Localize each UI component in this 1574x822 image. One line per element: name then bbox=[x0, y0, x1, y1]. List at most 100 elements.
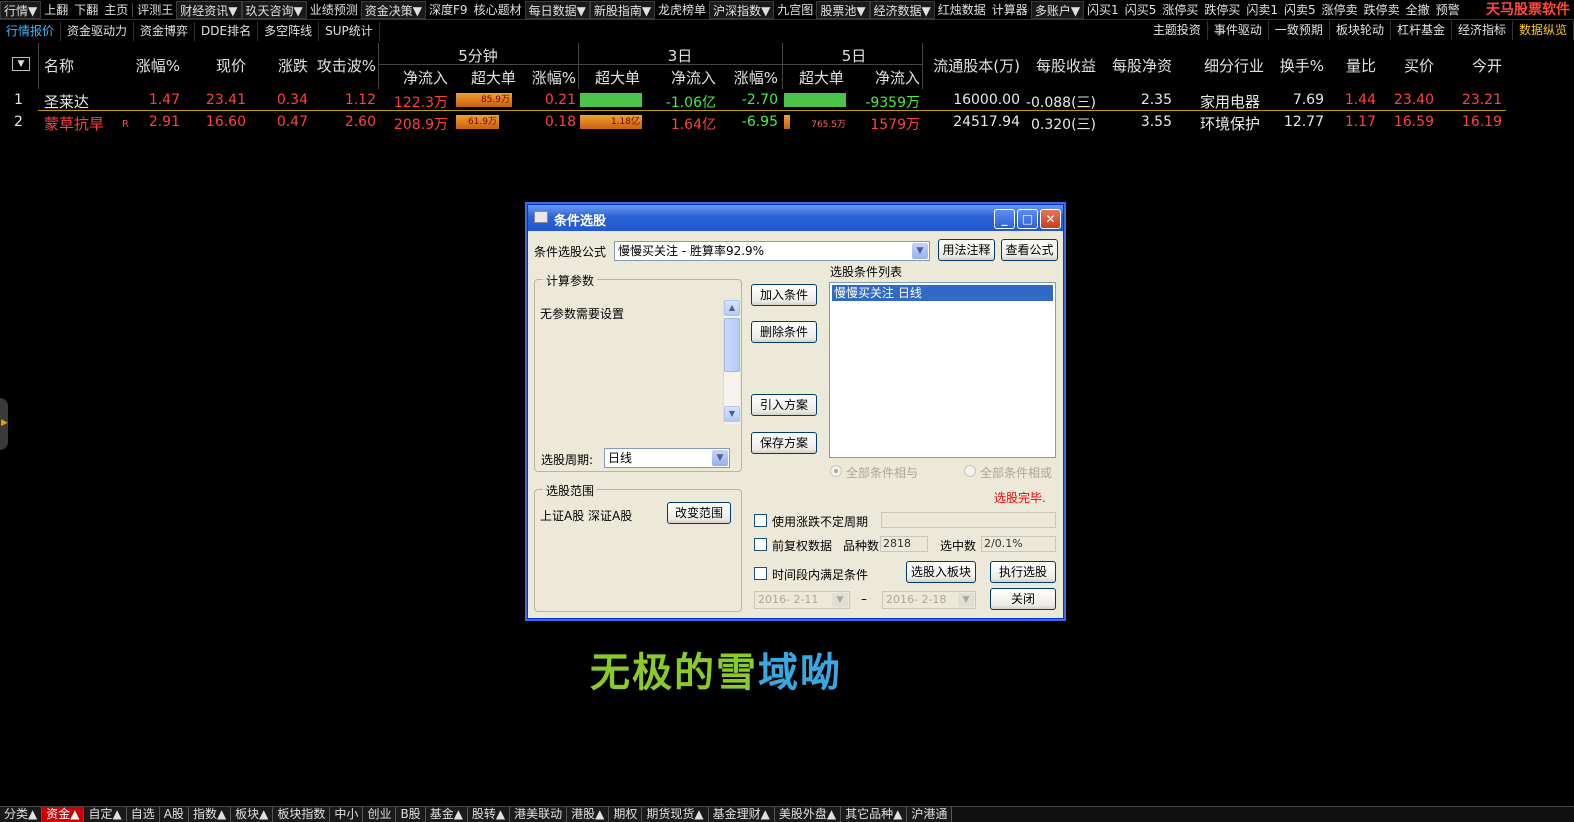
col-5d-big[interactable]: 超大单 bbox=[780, 67, 844, 88]
add-condition-button[interactable]: 加入条件 bbox=[751, 284, 817, 306]
close-window-button[interactable]: ✕ bbox=[1040, 209, 1061, 229]
stock-name[interactable]: 圣莱达 bbox=[44, 91, 89, 112]
chevron-down-icon[interactable]: ▼ bbox=[912, 243, 928, 259]
chevron-down-icon[interactable]: ▼ bbox=[958, 593, 974, 607]
col-attack[interactable]: 攻击波% bbox=[308, 55, 376, 76]
table-row[interactable]: 2 蒙草抗旱 R 2.91 16.60 0.47 2.60 208.9万 61.… bbox=[0, 111, 1574, 133]
scroll-down-icon[interactable]: ▼ bbox=[724, 406, 740, 422]
stock-name[interactable]: 蒙草抗旱 bbox=[44, 113, 104, 134]
condition-list[interactable]: 慢慢买关注 日线 bbox=[829, 282, 1056, 458]
tab-leverage-fund[interactable]: 杠杆基金 bbox=[1391, 21, 1452, 40]
params-scrollbar[interactable]: ▲ ▼ bbox=[723, 300, 740, 424]
bottom-tab[interactable]: 股转▲ bbox=[467, 807, 511, 822]
tab-fund-drive[interactable]: 资金驱动力 bbox=[61, 21, 135, 41]
menu-nine-grid[interactable]: 九宫图 bbox=[774, 1, 816, 19]
menu-finance-news[interactable]: 财经资讯▼ bbox=[176, 0, 242, 19]
bottom-tab[interactable]: 沪港通 bbox=[907, 807, 953, 822]
view-formula-button[interactable]: 查看公式 bbox=[1001, 239, 1058, 261]
bottom-tab[interactable]: 分类▲ bbox=[0, 807, 43, 822]
delete-condition-button[interactable]: 删除条件 bbox=[751, 321, 817, 343]
menu-dragon-tiger[interactable]: 龙虎榜单 bbox=[655, 1, 709, 19]
menu-quotes[interactable]: 行情▼ bbox=[0, 0, 42, 19]
menu-core-themes[interactable]: 核心题材 bbox=[471, 1, 525, 19]
tab-consensus[interactable]: 一致预期 bbox=[1269, 21, 1330, 40]
bottom-tab[interactable]: 中小 bbox=[330, 807, 364, 822]
chevron-down-icon[interactable]: ▼ bbox=[712, 450, 728, 466]
menu-limit-down-sell[interactable]: 跌停卖 bbox=[1361, 1, 1403, 19]
col-name[interactable]: 名称 bbox=[44, 55, 74, 76]
list-item[interactable]: 慢慢买关注 日线 bbox=[832, 285, 1053, 301]
col-open[interactable]: 今开 bbox=[1436, 55, 1502, 76]
menu-index[interactable]: 沪深指数▼ bbox=[709, 0, 775, 19]
menu-page-up[interactable]: 上翻 bbox=[41, 1, 71, 19]
col-change[interactable]: 涨跌 bbox=[246, 55, 308, 76]
execute-button[interactable]: 执行选股 bbox=[990, 561, 1056, 583]
tab-event-drive[interactable]: 事件驱动 bbox=[1208, 21, 1269, 40]
col-5m-pct[interactable]: 涨幅% bbox=[516, 67, 576, 88]
col-bid[interactable]: 买价 bbox=[1378, 55, 1434, 76]
menu-flash-sell-1[interactable]: 闪卖1 bbox=[1243, 1, 1281, 19]
menu-daily-data[interactable]: 每日数据▼ bbox=[524, 0, 590, 19]
scroll-up-icon[interactable]: ▲ bbox=[724, 300, 740, 316]
menu-flash-sell-5[interactable]: 闪卖5 bbox=[1281, 1, 1319, 19]
menu-limit-up-sell[interactable]: 涨停卖 bbox=[1319, 1, 1361, 19]
menu-multi-account[interactable]: 多账户▼ bbox=[1030, 0, 1085, 19]
menu-limit-up-buy[interactable]: 涨停买 bbox=[1159, 1, 1201, 19]
col-5m-big[interactable]: 超大单 bbox=[450, 67, 516, 88]
bottom-tab[interactable]: 创业 bbox=[363, 807, 397, 822]
save-plan-button[interactable]: 保存方案 bbox=[751, 432, 817, 454]
bottom-tab-active[interactable]: 资金▲ bbox=[42, 807, 85, 822]
col-3d-big[interactable]: 超大单 bbox=[576, 67, 640, 88]
menu-calculator[interactable]: 计算器 bbox=[989, 1, 1031, 19]
col-vol-ratio[interactable]: 量比 bbox=[1326, 55, 1376, 76]
formula-select[interactable]: 慢慢买关注 - 胜算率92.9% ▼ bbox=[614, 241, 930, 261]
col-bvps[interactable]: 每股净资 bbox=[1098, 55, 1172, 76]
menu-earnings-forecast[interactable]: 业绩预测 bbox=[307, 1, 361, 19]
bottom-tab[interactable]: 港股▲ bbox=[567, 807, 610, 822]
menu-depth-f9[interactable]: 深度F9 bbox=[426, 1, 471, 19]
minimize-button[interactable]: _ bbox=[994, 209, 1015, 229]
menu-flash-buy-1[interactable]: 闪买1 bbox=[1084, 1, 1122, 19]
tab-quotes[interactable]: 行情报价 bbox=[0, 21, 62, 41]
tab-data-overview[interactable]: 数据纵览 bbox=[1513, 21, 1574, 40]
change-range-button[interactable]: 改变范围 bbox=[667, 502, 731, 524]
col-industry[interactable]: 细分行业 bbox=[1174, 55, 1264, 76]
col-price[interactable]: 现价 bbox=[180, 55, 246, 76]
bottom-tab[interactable]: 港美联动 bbox=[510, 807, 568, 822]
menu-ipo-guide[interactable]: 新股指南▼ bbox=[589, 0, 656, 19]
bottom-tab[interactable]: B股 bbox=[396, 807, 426, 822]
bottom-tab[interactable]: 自选 bbox=[126, 807, 160, 822]
chevron-down-icon[interactable]: ▼ bbox=[832, 593, 848, 607]
col-float-shares[interactable]: 流通股本(万) bbox=[922, 55, 1020, 76]
menu-page-down[interactable]: 下翻 bbox=[71, 1, 101, 19]
menu-consulting[interactable]: 玖天咨询▼ bbox=[241, 0, 307, 19]
col-3d-pct[interactable]: 涨幅% bbox=[716, 67, 778, 88]
menu-stock-pool[interactable]: 股票池▼ bbox=[816, 0, 870, 19]
col-eps[interactable]: 每股收益 bbox=[1022, 55, 1096, 76]
radio-and[interactable] bbox=[830, 465, 842, 477]
side-panel-toggle[interactable]: ▶ bbox=[0, 398, 8, 450]
menu-econ-data[interactable]: 经济数据▼ bbox=[869, 0, 935, 19]
menu-alert[interactable]: 预警 bbox=[1433, 1, 1463, 19]
bottom-tab[interactable]: 自定▲ bbox=[84, 807, 127, 822]
bottom-tab[interactable]: 基金理财▲ bbox=[708, 807, 775, 822]
add-to-block-button[interactable]: 选股入板块 bbox=[906, 561, 976, 583]
col-3d-net[interactable]: 净流入 bbox=[644, 67, 716, 88]
chk-forward-adjust[interactable] bbox=[754, 538, 767, 551]
col-5d-net[interactable]: 净流入 bbox=[846, 67, 920, 88]
tab-sector-rotation[interactable]: 板块轮动 bbox=[1330, 21, 1391, 40]
bottom-tab[interactable]: 板块指数 bbox=[273, 807, 331, 822]
col-turnover[interactable]: 换手% bbox=[1266, 55, 1324, 76]
import-plan-button[interactable]: 引入方案 bbox=[751, 394, 817, 416]
chk-variable-period[interactable] bbox=[754, 514, 767, 527]
tab-sup-stats[interactable]: SUP统计 bbox=[319, 21, 380, 41]
close-button[interactable]: 关闭 bbox=[990, 588, 1056, 610]
menu-cancel-all[interactable]: 全撤 bbox=[1403, 1, 1433, 19]
radio-or[interactable] bbox=[964, 465, 976, 477]
table-row[interactable]: 1 圣莱达 1.47 23.41 0.34 1.12 122.3万 85.9万 … bbox=[0, 89, 1574, 111]
bottom-tab[interactable]: 基金▲ bbox=[425, 807, 468, 822]
maximize-button[interactable]: □ bbox=[1017, 209, 1038, 229]
menu-candle-data[interactable]: 红烛数据 bbox=[935, 1, 989, 19]
menu-home[interactable]: 主页 bbox=[101, 1, 131, 19]
bottom-tab[interactable]: 美股外盘▲ bbox=[774, 807, 842, 822]
